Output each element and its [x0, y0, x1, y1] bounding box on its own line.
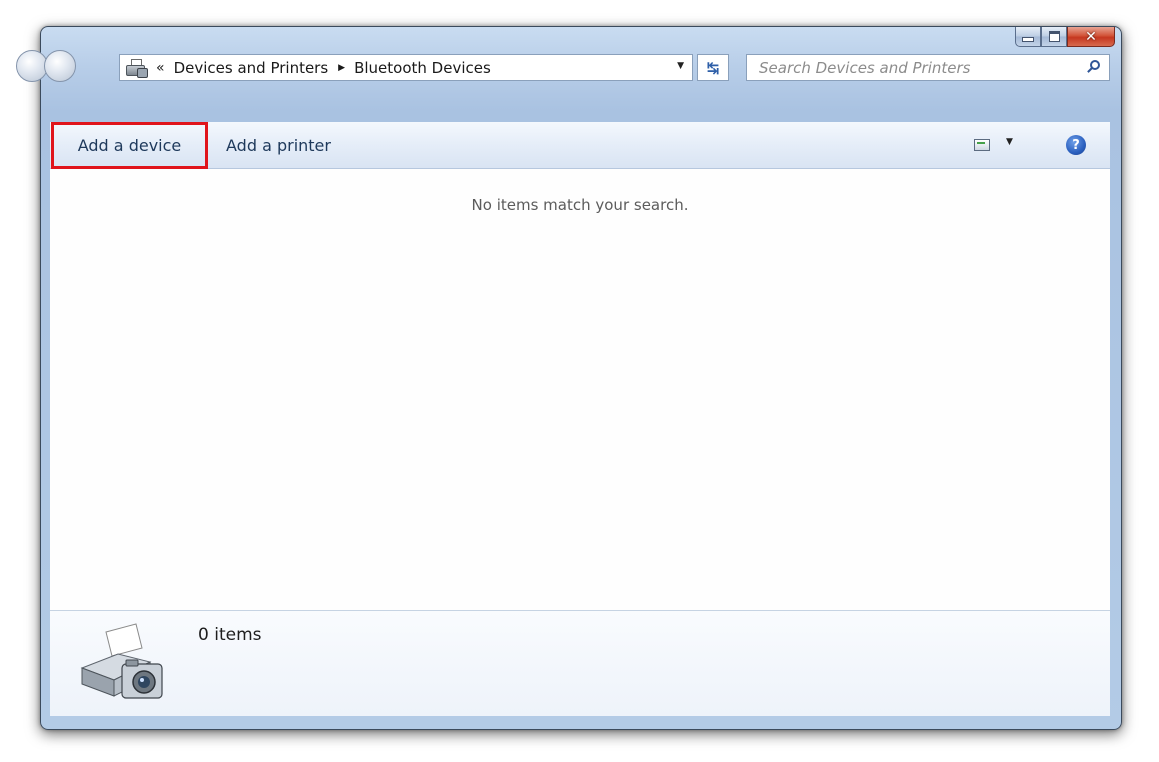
breadcrumb-devices-and-printers[interactable]: Devices and Printers: [174, 59, 329, 77]
maximize-button[interactable]: [1041, 27, 1067, 47]
refresh-button[interactable]: ↹: [697, 54, 729, 81]
refresh-icon: ↹: [706, 58, 720, 77]
empty-message: No items match your search.: [471, 196, 689, 214]
caption-buttons: ✕: [1015, 27, 1115, 51]
search-placeholder: Search Devices and Printers: [759, 58, 971, 77]
details-pane: 0 items: [50, 610, 1110, 716]
search-input[interactable]: Search Devices and Printers: [746, 54, 1110, 81]
maximize-icon: [1048, 31, 1060, 42]
search-icon[interactable]: [1090, 60, 1100, 70]
add-device-label: Add a device: [77, 136, 182, 155]
add-device-button[interactable]: Add a device: [51, 122, 208, 169]
close-button[interactable]: ✕: [1067, 27, 1115, 47]
command-bar: Add a device Add a printer ▼ ?: [50, 122, 1110, 169]
breadcrumb-bluetooth-devices[interactable]: Bluetooth Devices: [354, 59, 491, 77]
close-icon: ✕: [1085, 28, 1097, 45]
minimize-button[interactable]: [1015, 27, 1041, 47]
add-printer-label: Add a printer: [226, 136, 331, 155]
view-options-dropdown-icon[interactable]: ▼: [1006, 137, 1013, 147]
printer-camera-icon: [80, 623, 163, 699]
change-view-icon[interactable]: [974, 139, 990, 151]
minimize-icon: [1022, 37, 1034, 42]
forward-button[interactable]: [44, 50, 76, 82]
address-dropdown-icon[interactable]: ▼: [677, 61, 684, 71]
items-view[interactable]: No items match your search.: [50, 169, 1110, 610]
item-count: 0 items: [198, 625, 262, 645]
breadcrumb-arrow-icon[interactable]: ▶: [338, 63, 345, 73]
address-bar[interactable]: « Devices and Printers ▶ Bluetooth Devic…: [119, 54, 693, 81]
overflow-chevron-icon[interactable]: «: [156, 60, 165, 76]
devices-printers-icon: [126, 58, 148, 78]
help-glyph: ?: [1072, 137, 1080, 153]
add-printer-button[interactable]: Add a printer: [226, 122, 331, 169]
help-icon[interactable]: ?: [1066, 135, 1086, 155]
